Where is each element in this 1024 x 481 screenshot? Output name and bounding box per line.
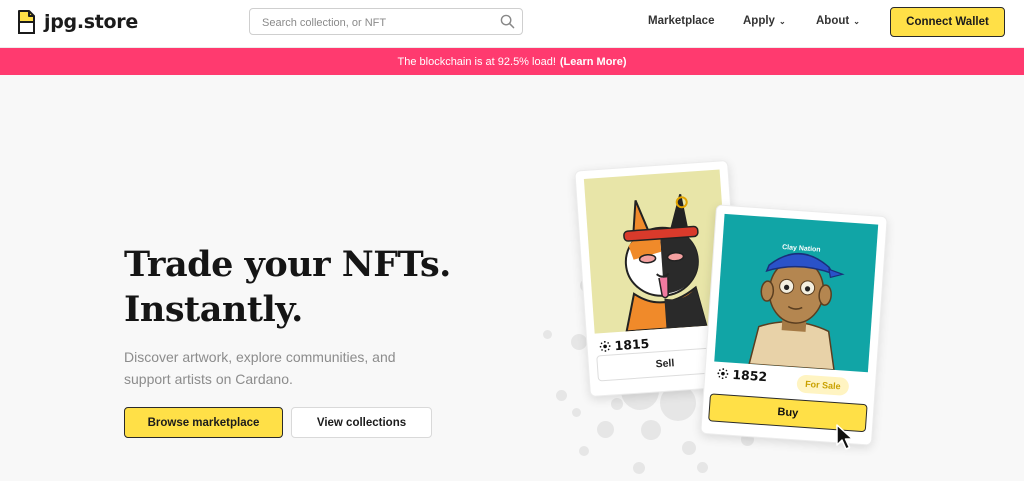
search-icon[interactable] — [500, 14, 515, 29]
logo-text: jpg.store — [44, 11, 138, 33]
chevron-down-icon: ⌄ — [853, 16, 860, 26]
hero-title: Trade your NFTs. Instantly. — [124, 242, 451, 332]
nft-card-1852[interactable]: Clay Nation 1852 For Sale Buy — [700, 204, 888, 446]
cardano-icon — [717, 368, 729, 380]
search-input[interactable] — [260, 9, 494, 36]
price-value: 1852 — [731, 366, 768, 385]
cardano-icon — [599, 340, 611, 352]
price-value: 1815 — [614, 335, 650, 354]
logo-icon — [18, 10, 35, 34]
price-1852: 1852 — [717, 366, 768, 384]
top-navbar: jpg.store Marketplace Apply ⌄ About ⌄ Co… — [0, 0, 1024, 48]
nav-about-label: About — [816, 15, 850, 27]
learn-more-link[interactable]: (Learn More) — [560, 56, 627, 68]
clay-figure-illustration — [748, 252, 845, 371]
nav-marketplace-label: Marketplace — [648, 15, 715, 27]
hero-title-line2: Instantly. — [124, 289, 303, 330]
nft-clay-image[interactable]: Clay Nation — [714, 213, 879, 373]
load-banner: The blockchain is at 92.5% load! (Learn … — [0, 48, 1024, 75]
browse-marketplace-button[interactable]: Browse marketplace — [124, 407, 283, 438]
mouse-pointer-icon — [836, 424, 854, 450]
view-collections-button[interactable]: View collections — [291, 407, 432, 438]
chevron-down-icon: ⌄ — [778, 16, 786, 26]
nav-apply[interactable]: Apply ⌄ — [743, 15, 786, 27]
nav-marketplace[interactable]: Marketplace — [648, 15, 714, 27]
banner-text: The blockchain is at 92.5% load! — [397, 55, 556, 68]
logo[interactable]: jpg.store — [17, 10, 138, 34]
hero-title-line1: Trade your NFTs. — [124, 244, 451, 285]
hero-subtitle: Discover artwork, explore communities, a… — [124, 349, 396, 387]
connect-wallet-button[interactable]: Connect Wallet — [890, 7, 1005, 37]
nav-about[interactable]: About ⌄ — [816, 15, 860, 27]
for-sale-badge: For Sale — [796, 374, 850, 396]
nav-apply-label: Apply — [743, 15, 775, 27]
search-box — [249, 8, 523, 36]
